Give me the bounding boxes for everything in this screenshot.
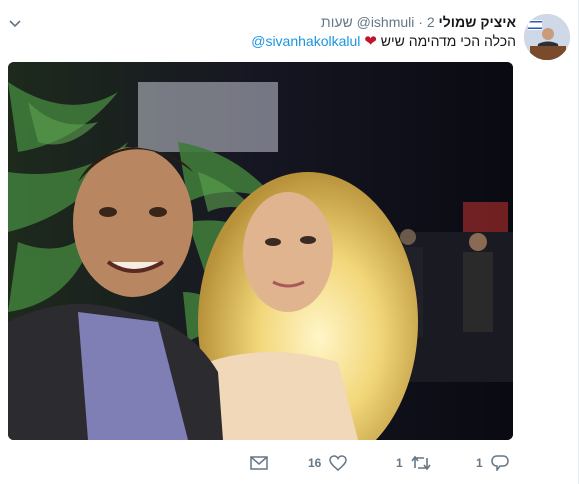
envelope-icon	[250, 456, 268, 470]
tweet-photo[interactable]	[8, 62, 513, 440]
retweet-icon	[411, 455, 431, 471]
tweet-card: איציק שמולי @ishmuli · 2 שעות הכלה הכי מ…	[0, 0, 579, 484]
reply-count: 1	[476, 456, 483, 470]
tweet-header: איציק שמולי @ishmuli · 2 שעות	[321, 13, 516, 31]
speech-bubble-icon	[490, 455, 509, 471]
author-handle[interactable]: @ishmuli	[357, 14, 415, 30]
message-button[interactable]	[250, 450, 268, 476]
retweet-button[interactable]: 1	[396, 450, 431, 476]
avatar[interactable]	[524, 14, 570, 60]
reply-button[interactable]: 1	[476, 450, 509, 476]
chevron-down-icon[interactable]	[8, 16, 22, 28]
author-name[interactable]: איציק שמולי	[439, 14, 516, 30]
separator-dot: ·	[418, 14, 423, 30]
tweet-body: הכלה הכי מדהימה שיש	[380, 33, 516, 49]
tweet-text: הכלה הכי מדהימה שיש ❤ @sivanhakolkalul	[251, 32, 516, 51]
heart-outline-icon	[329, 455, 348, 471]
mention-link[interactable]: @sivanhakolkalul	[251, 33, 360, 49]
like-button[interactable]: 16	[308, 450, 348, 476]
tweet-actions: 16 1 1	[250, 450, 522, 476]
heart-emoji: ❤	[364, 33, 377, 50]
like-count: 16	[308, 456, 322, 470]
retweet-count: 1	[396, 456, 403, 470]
